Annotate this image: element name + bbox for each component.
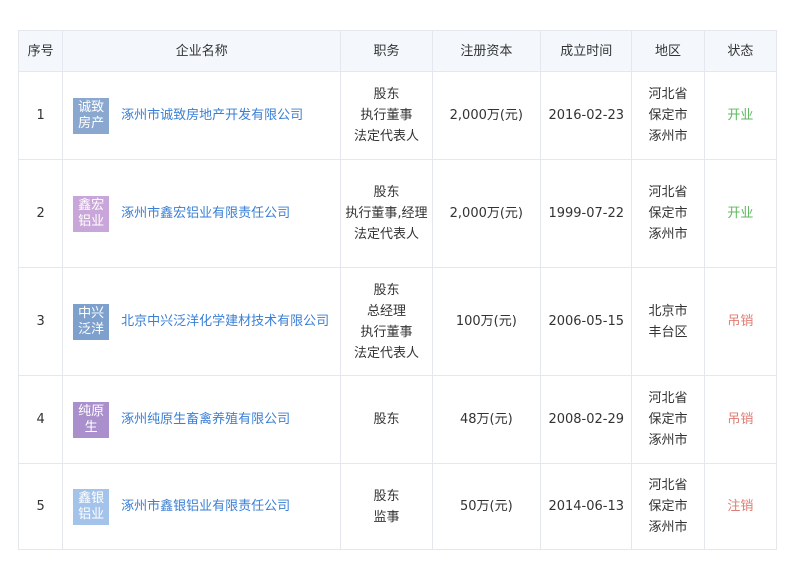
role-item: 股东: [373, 488, 400, 504]
company-name-link[interactable]: 涿州市诚致房地产开发有限公司: [121, 105, 303, 126]
region-item: 涿州市: [648, 433, 688, 448]
role-cell: 股东执行董事,经理 法定代表人: [340, 159, 433, 268]
company-wrap: 中兴泛洋 北京中兴泛洋化学建材技术有限公司: [73, 303, 330, 340]
region-cell: 河北省 保定市 涿州市: [631, 71, 705, 160]
company-logo[interactable]: 鑫宏铝业: [73, 195, 110, 232]
region-cell: 河北省 保定市 涿州市: [631, 375, 705, 464]
table-header: 序号 企业名称 职务 注册资本 成立时间 地区 状态: [17, 30, 778, 72]
role-item: 法定代表人: [353, 227, 419, 242]
status-badge: 注销: [727, 499, 754, 514]
region-cell: 北京市 丰台区: [631, 267, 705, 376]
table-row: 2 鑫宏铝业 涿州市鑫宏铝业有限责任公司 股东 执行董事,经理 法定代表人 2,000万(元…: [17, 159, 778, 268]
role-item: 监事: [373, 509, 400, 525]
company-name-link[interactable]: 涿州市鑫银铝业有限责任公司: [121, 496, 290, 517]
region-item: 保定市: [648, 412, 688, 427]
capital-cell: 2,000万(元): [431, 159, 542, 268]
founded-cell: 2016-02-23: [540, 71, 633, 160]
company-table: 序号 企业名称 职务 注册资本 成立时间 地区 状态 1 诚致房产 涿州市诚致房地产…: [17, 30, 778, 550]
header-row: 序号 企业名称 职务 注册资本 成立时间 地区 状态: [17, 30, 778, 72]
status-cell: 开业: [703, 71, 778, 160]
role-item: 股东: [373, 412, 400, 427]
region-cell: 河北省 保定市 涿州市: [631, 463, 705, 550]
role-cell: 股东总经理执行董事法定代表人: [340, 267, 433, 376]
status-cell: 吊销: [703, 267, 778, 376]
table-row: 3 中兴泛洋 北京中兴泛洋化学建材技术有限公司 股东 总经理 执行董事 法定代表人 100万(…: [17, 267, 778, 376]
header-founded: 成立时间: [540, 30, 633, 72]
status-cell: 开业: [703, 159, 778, 268]
capital-cell: 50万(元): [431, 463, 542, 550]
header-index: 序号: [17, 30, 64, 72]
company-logo[interactable]: 中兴泛洋: [73, 303, 110, 340]
capital-cell: 48万(元): [431, 375, 542, 464]
table-row: 4 纯原生 涿州纯原生畜禽养殖有限公司 股东 48万(元) 2008-02-29 河北省 保定…: [17, 375, 778, 464]
region-item: 涿州市: [648, 520, 688, 535]
region-item: 保定市: [648, 108, 688, 123]
founded-cell: 2006-05-15: [540, 267, 633, 376]
role-item: 总经理: [366, 303, 406, 319]
company-cell: 诚致房产 涿州市诚致房地产开发有限公司: [62, 71, 342, 160]
company-wrap: 诚致房产 涿州市诚致房地产开发有限公司: [73, 97, 330, 134]
role-item: 执行董事,经理: [345, 206, 428, 221]
company-name-link[interactable]: 涿州纯原生畜禽养殖有限公司: [121, 409, 290, 430]
table-body: 1 诚致房产 涿州市诚致房地产开发有限公司 股东 执行董事 法定代表人 2,000万(元) 2…: [17, 71, 778, 550]
table-row: 5 鑫银铝业 涿州市鑫银铝业有限责任公司 股东 监事 50万(元) 2014-06-13 河北…: [17, 463, 778, 550]
role-item: 执行董事: [360, 108, 413, 123]
status-badge: 吊销: [727, 314, 754, 329]
status-cell: 注销: [703, 463, 778, 550]
company-logo[interactable]: 诚致房产: [73, 97, 110, 134]
founded-cell: 2008-02-29: [540, 375, 633, 464]
region-item: 河北省: [648, 478, 688, 493]
founded-cell: 2014-06-13: [540, 463, 633, 550]
company-cell: 鑫宏铝业 涿州市鑫宏铝业有限责任公司: [62, 159, 342, 268]
region-item: 河北省: [648, 185, 688, 200]
role-item: 股东: [373, 282, 400, 298]
region-item: 丰台区: [648, 324, 688, 340]
header-status: 状态: [703, 30, 778, 72]
role-cell: 股东 监事: [340, 463, 433, 550]
row-index: 2: [17, 159, 64, 268]
header-company: 企业名称: [62, 30, 342, 72]
company-logo[interactable]: 鑫银铝业: [73, 488, 110, 525]
region-item: 涿州市: [648, 129, 688, 144]
row-index: 4: [17, 375, 64, 464]
status-badge: 开业: [727, 108, 754, 123]
region-item: 河北省: [648, 391, 688, 406]
header-capital: 注册资本: [431, 30, 542, 72]
region-item: 保定市: [648, 499, 688, 514]
region-item: 河北省: [648, 87, 688, 102]
status-badge: 吊销: [727, 412, 754, 427]
role-item: 执行董事: [360, 324, 413, 340]
region-item: 保定市: [648, 206, 688, 221]
company-name-link[interactable]: 北京中兴泛洋化学建材技术有限公司: [121, 311, 329, 332]
region-item: 北京市: [648, 303, 688, 319]
region-item: 涿州市: [648, 227, 688, 242]
header-region: 地区: [631, 30, 705, 72]
header-role: 职务: [340, 30, 433, 72]
row-index: 1: [17, 71, 64, 160]
company-cell: 鑫银铝业 涿州市鑫银铝业有限责任公司: [62, 463, 342, 550]
status-badge: 开业: [727, 206, 754, 221]
role-cell: 股东执行董事法定代表人: [340, 71, 433, 160]
company-cell: 中兴泛洋 北京中兴泛洋化学建材技术有限公司: [62, 267, 342, 376]
capital-cell: 100万(元): [431, 267, 542, 376]
company-wrap: 纯原生 涿州纯原生畜禽养殖有限公司: [73, 401, 330, 438]
row-index: 5: [17, 463, 64, 550]
company-wrap: 鑫宏铝业 涿州市鑫宏铝业有限责任公司: [73, 195, 330, 232]
company-name-link[interactable]: 涿州市鑫宏铝业有限责任公司: [121, 203, 290, 224]
company-wrap: 鑫银铝业 涿州市鑫银铝业有限责任公司: [73, 488, 330, 525]
company-logo[interactable]: 纯原生: [73, 401, 110, 438]
company-table-container: 序号 企业名称 职务 注册资本 成立时间 地区 状态 1 诚致房产 涿州市诚致房地产…: [17, 30, 778, 550]
row-index: 3: [17, 267, 64, 376]
role-cell: 股东: [340, 375, 433, 464]
status-cell: 吊销: [703, 375, 778, 464]
role-item: 法定代表人: [353, 129, 419, 144]
company-cell: 纯原生 涿州纯原生畜禽养殖有限公司: [62, 375, 342, 464]
founded-cell: 1999-07-22: [540, 159, 633, 268]
region-cell: 河北省 保定市 涿州市: [631, 159, 705, 268]
capital-cell: 2,000万(元): [431, 71, 542, 160]
table-row: 1 诚致房产 涿州市诚致房地产开发有限公司 股东 执行董事 法定代表人 2,000万(元) 2…: [17, 71, 778, 160]
role-item: 股东: [373, 185, 400, 200]
role-item: 法定代表人: [353, 345, 419, 361]
role-item: 股东: [373, 87, 400, 102]
